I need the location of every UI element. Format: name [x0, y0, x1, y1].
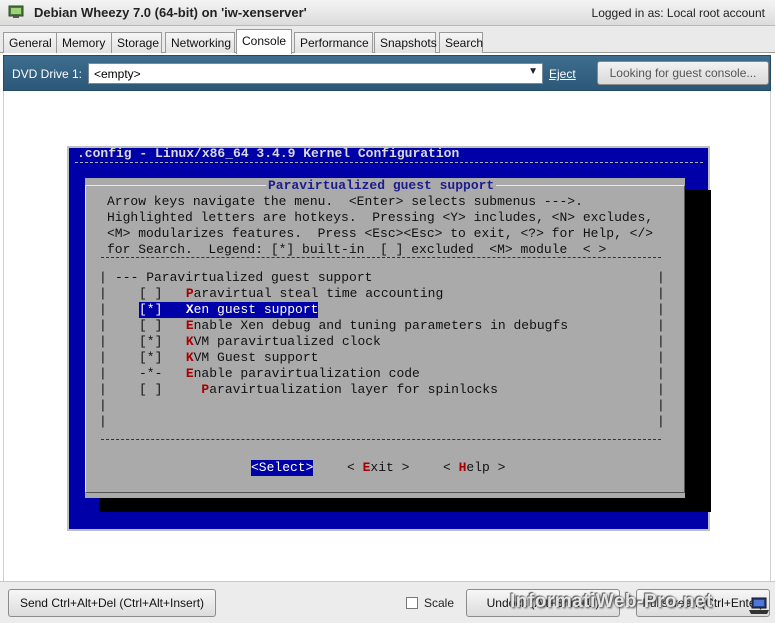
menu-item-check: [*]: [139, 334, 163, 349]
menu-item[interactable]: [*] KVM paravirtualized clock: [139, 334, 381, 350]
tab-bar: General Memory Storage Networking Consol…: [0, 26, 775, 54]
help-button-rest: elp >: [466, 460, 506, 475]
tab-search[interactable]: Search: [439, 32, 483, 53]
exit-button-pre: <: [347, 460, 363, 475]
help-line-4: for Search. Legend: [*] built-in [ ] exc…: [107, 242, 607, 257]
help-button-pre: <: [443, 460, 459, 475]
checkbox-icon[interactable]: [406, 597, 418, 609]
help-line-1: Arrow keys navigate the menu. <Enter> se…: [107, 194, 583, 209]
help-button[interactable]: < Help >: [443, 460, 505, 476]
menu-item[interactable]: -*- Enable paravirtualization code: [139, 366, 420, 382]
tab-console[interactable]: Console: [236, 29, 292, 54]
menu-item-check: [*]: [139, 302, 163, 317]
menu-item-label: nable Xen debug and tuning parameters in…: [193, 318, 569, 333]
menu-item[interactable]: [*] KVM Guest support: [139, 350, 318, 366]
dvd-drive-select[interactable]: <empty> ▼: [88, 63, 543, 84]
menu-item-label: en guest support: [193, 302, 319, 317]
scale-label: Scale: [424, 596, 455, 610]
tab-networking[interactable]: Networking: [165, 32, 235, 53]
menu-item-hotkey: E: [185, 366, 194, 381]
tab-storage[interactable]: Storage: [111, 32, 162, 53]
menu-item-selected[interactable]: [*] Xen guest support: [139, 302, 319, 318]
window-titlebar: Debian Wheezy 7.0 (64-bit) on 'iw-xenser…: [0, 0, 775, 26]
dialog-title: Paravirtualized guest support: [266, 178, 497, 194]
menu-item-label: aravirtual steal time accounting: [193, 286, 444, 301]
header-divider: [75, 162, 703, 163]
window-title: Debian Wheezy 7.0 (64-bit) on 'iw-xenser…: [34, 5, 307, 20]
menu-item-hotkey: X: [185, 302, 194, 317]
exit-button[interactable]: < Exit >: [347, 460, 409, 476]
menu-item-check: [ ]: [139, 382, 163, 397]
laptop-icon: [749, 597, 769, 614]
help-line-2: Highlighted letters are hotkeys. Pressin…: [107, 210, 654, 225]
watermark-text: InformatiWeb-Pro.net: [510, 591, 713, 612]
dvd-drive-bar: DVD Drive 1: <empty> ▼ Eject Looking for…: [3, 55, 771, 91]
select-button[interactable]: <Select>: [251, 460, 314, 476]
menu-item-label: VM paravirtualized clock: [193, 334, 381, 349]
tab-memory[interactable]: Memory: [56, 32, 112, 53]
menu-item-label: VM Guest support: [193, 350, 319, 365]
terminal-header: .config - Linux/x86_64 3.4.9 Kernel Conf…: [77, 146, 460, 161]
vm-icon: [8, 5, 24, 18]
eject-link[interactable]: Eject: [549, 67, 576, 81]
menu-list: | | | | | | | | | | | | | | | | | | | | --- Paravirtualize…: [99, 257, 665, 440]
chevron-down-icon[interactable]: ▼: [528, 66, 538, 77]
login-status: Logged in as: Local root account: [591, 6, 765, 20]
menu-item[interactable]: [ ] Paravirtual steal time accounting: [139, 286, 443, 302]
scale-checkbox[interactable]: Scale: [406, 596, 454, 610]
dvd-drive-label: DVD Drive 1:: [12, 67, 83, 81]
dialog-button-bar: <Select> < Exit > < Help >: [85, 452, 685, 482]
terminal-screen[interactable]: .config - Linux/x86_64 3.4.9 Kernel Conf…: [67, 146, 711, 531]
menu-item[interactable]: [ ] Enable Xen debug and tuning paramete…: [139, 318, 568, 334]
tab-general[interactable]: General: [3, 32, 57, 53]
menu-item[interactable]: [ ] Paravirtualization layer for spinloc…: [139, 382, 498, 398]
menuconfig-dialog: Paravirtualized guest support Arrow keys…: [85, 178, 685, 498]
help-line-3: <M> modularizes features. Press <Esc><Es…: [107, 226, 654, 241]
menu-item-hotkey: E: [185, 318, 194, 333]
menu-left-edge: | | | | | | | | | |: [99, 270, 107, 429]
menu-item-label: aravirtualization layer for spinlocks: [209, 382, 498, 397]
menu-item-label: nable paravirtualization code: [193, 366, 420, 381]
dialog-shadow-right: [685, 190, 711, 512]
dvd-drive-value: <empty>: [94, 67, 141, 81]
exit-button-rest: xit >: [370, 460, 410, 475]
menu-item-hotkey: K: [185, 350, 194, 365]
menu-item-header[interactable]: --- Paravirtualized guest support: [115, 270, 372, 286]
menu-item-hotkey: K: [185, 334, 194, 349]
menu-item-hotkey: P: [185, 286, 194, 301]
menu-item-check: [ ]: [139, 318, 163, 333]
menu-item-check: [ ]: [139, 286, 163, 301]
send-ctrl-alt-del-button[interactable]: Send Ctrl+Alt+Del (Ctrl+Alt+Insert): [8, 589, 216, 617]
tab-snapshots[interactable]: Snapshots: [374, 32, 437, 53]
menu-item-check: -*-: [139, 366, 163, 381]
tab-performance[interactable]: Performance: [294, 32, 373, 53]
menu-right-edge: | | | | | | | | | |: [657, 270, 665, 429]
guest-console-button[interactable]: Looking for guest console...: [597, 61, 769, 85]
menu-item-check: [*]: [139, 350, 163, 365]
